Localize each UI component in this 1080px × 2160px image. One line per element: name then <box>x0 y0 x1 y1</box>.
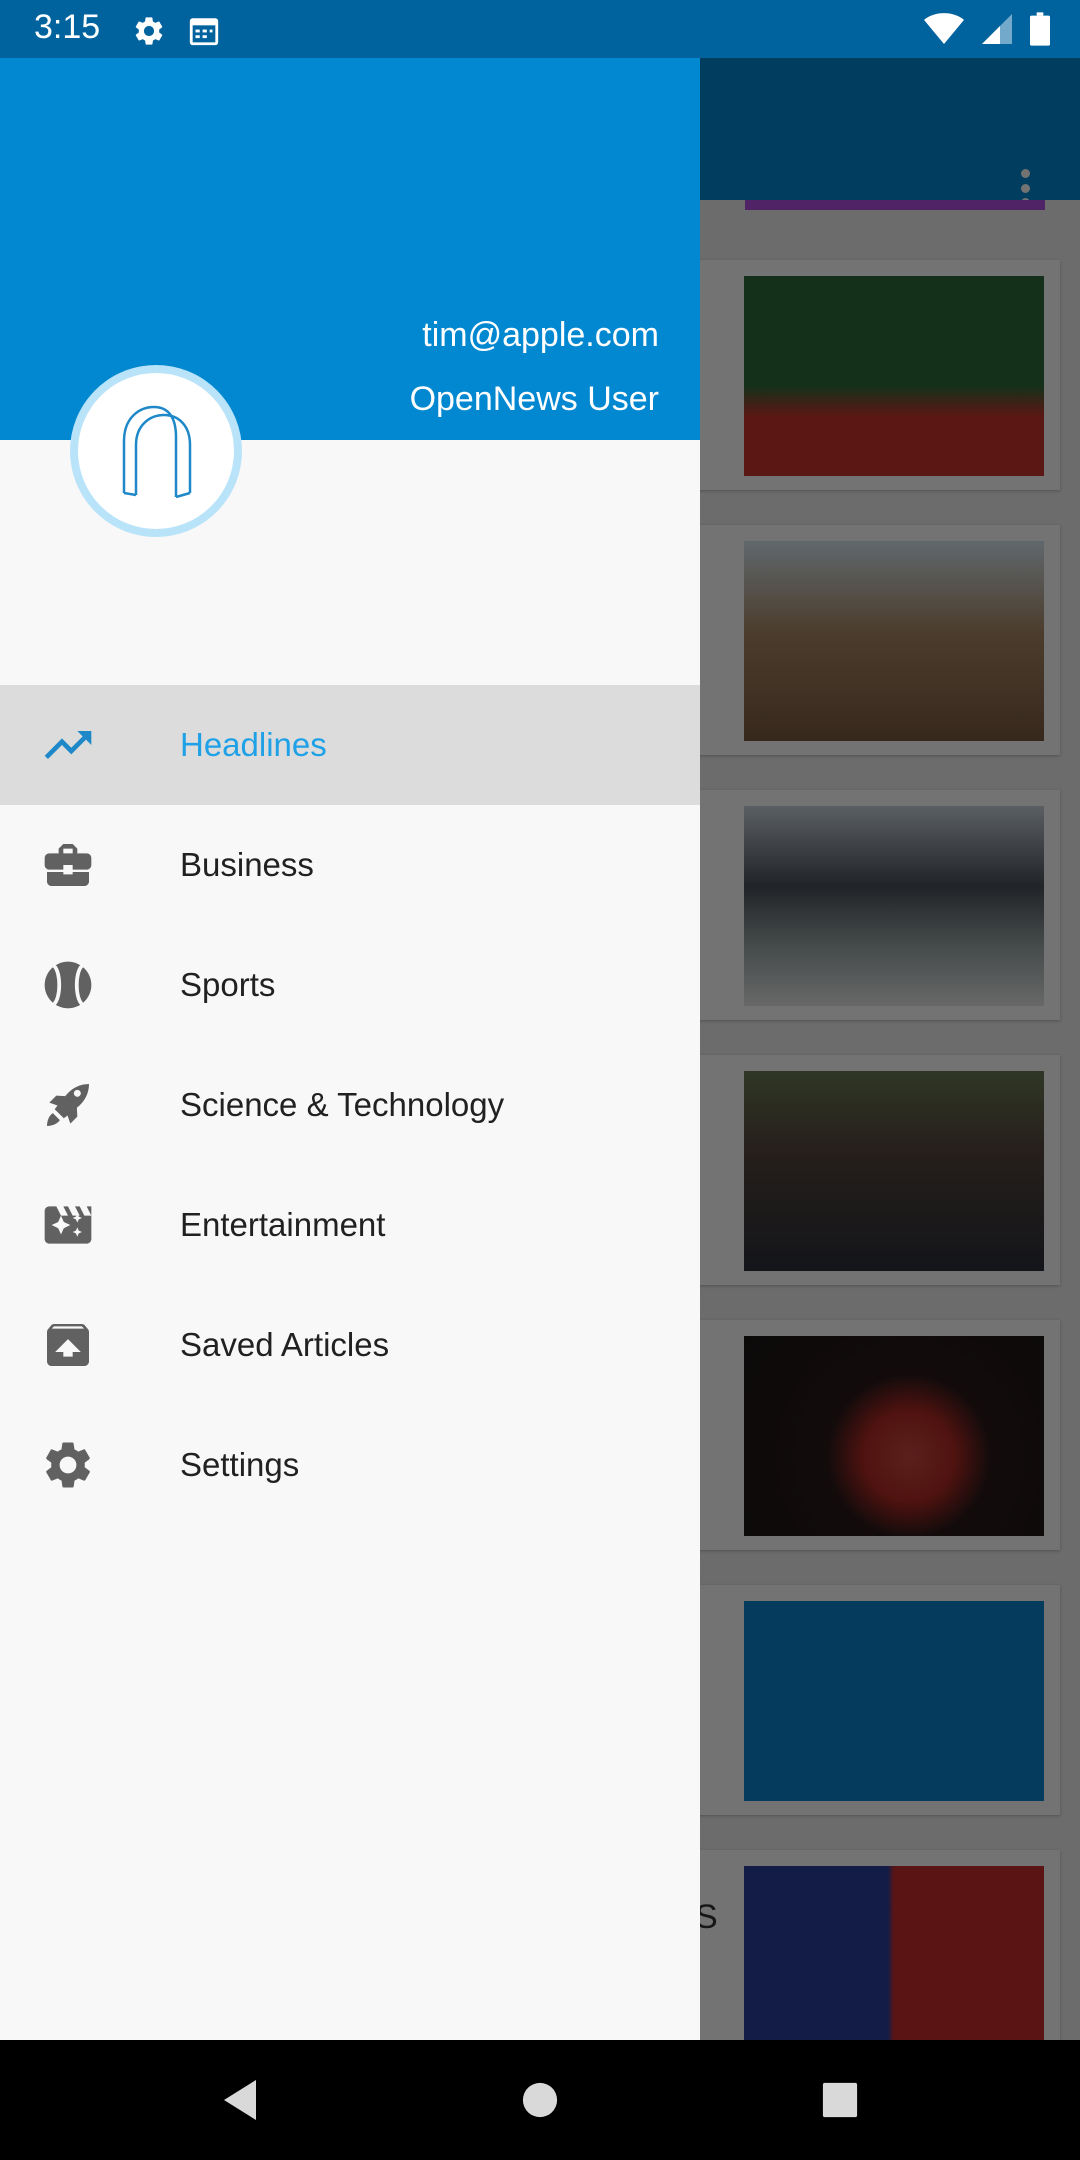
gear-icon <box>46 1442 90 1488</box>
drawer-item-settings[interactable]: Settings <box>0 1405 700 1525</box>
drawer-item-label: Sports <box>180 966 276 1003</box>
movie-clapper-icon <box>44 1206 92 1244</box>
drawer-item-label: Headlines <box>180 726 327 763</box>
drawer-item-label: Business <box>180 846 314 883</box>
drawer-item-headlines[interactable]: Headlines <box>0 685 700 805</box>
drawer-item-saved-articles[interactable]: Saved Articles <box>0 1285 700 1405</box>
drawer-item-label: Science & Technology <box>180 1086 505 1123</box>
briefcase-icon <box>44 844 92 886</box>
system-navigation-bar <box>0 2040 1080 2160</box>
navigation-drawer: tim@apple.com OpenNews User Headlines Bu… <box>0 58 700 2040</box>
drawer-item-entertainment[interactable]: Entertainment <box>0 1165 700 1285</box>
recents-icon <box>822 2082 858 2118</box>
account-name: OpenNews User <box>409 380 659 418</box>
drawer-item-label: Saved Articles <box>180 1326 390 1363</box>
trending-up-icon <box>44 731 92 759</box>
back-button[interactable] <box>200 2060 280 2140</box>
drawer-item-sports[interactable]: Sports <box>0 925 700 1045</box>
drawer-item-label: Settings <box>180 1446 300 1483</box>
status-bar: 3:15 <box>0 0 1080 58</box>
drawer-item-science-technology[interactable]: Science & Technology <box>0 1045 700 1165</box>
avatar[interactable] <box>70 365 242 537</box>
home-icon <box>522 2082 558 2118</box>
back-icon <box>224 2080 256 2120</box>
drawer-item-label: Entertainment <box>180 1206 386 1243</box>
gear-icon <box>135 17 163 45</box>
opennews-logo-icon <box>122 405 192 499</box>
recents-button[interactable] <box>800 2060 880 2140</box>
archive-box-icon <box>47 1324 89 1366</box>
status-time: 3:15 <box>34 8 101 46</box>
battery-icon <box>1030 12 1050 46</box>
calendar-icon <box>189 18 219 46</box>
signal-icon <box>982 14 1012 44</box>
account-email: tim@apple.com <box>422 316 659 354</box>
home-button[interactable] <box>500 2060 580 2140</box>
wifi-icon <box>924 13 964 44</box>
tennis-ball-icon <box>44 961 92 1009</box>
drawer-item-business[interactable]: Business <box>0 805 700 925</box>
rocket-icon <box>47 1084 89 1126</box>
